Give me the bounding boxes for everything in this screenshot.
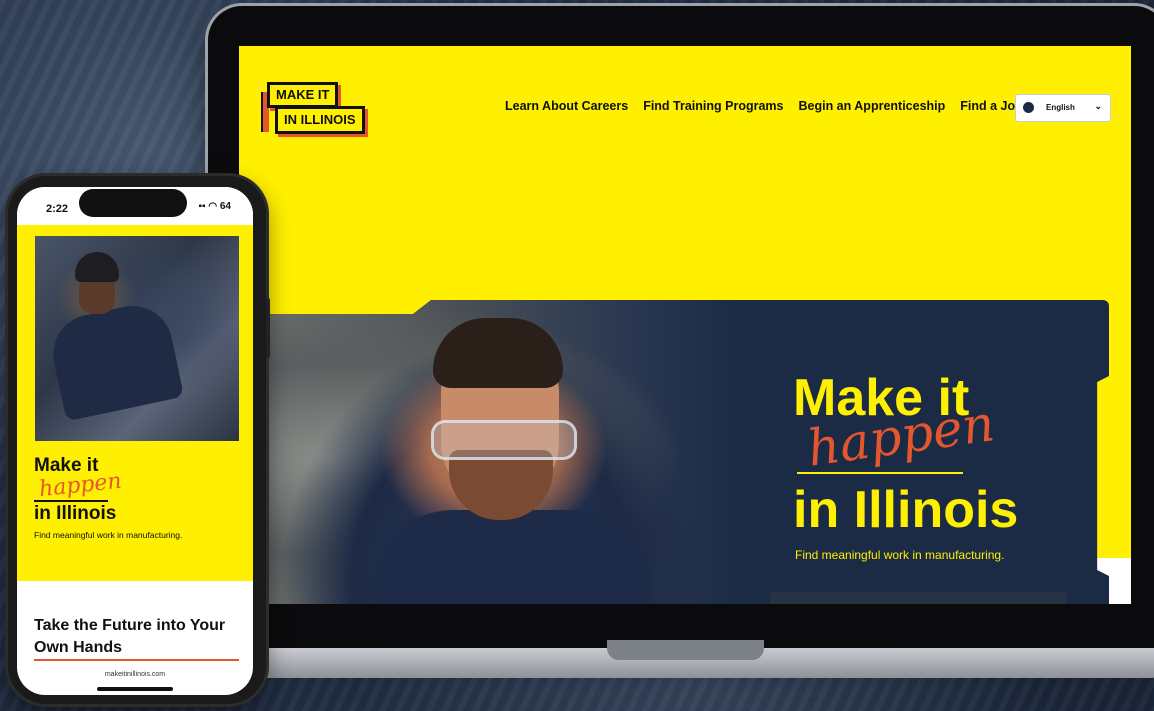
nav-begin-apprenticeship[interactable]: Begin an Apprenticeship xyxy=(798,99,945,113)
status-time: 2:22 xyxy=(46,203,69,215)
photo-body xyxy=(45,298,185,422)
nav-find-training-programs[interactable]: Find Training Programs xyxy=(643,99,783,113)
hero-panel: Make it happen in Illinois Find meaningf… xyxy=(263,300,1109,604)
photo-shirt xyxy=(373,510,653,604)
chevron-down-icon: ⌄ xyxy=(1094,101,1102,111)
phone-section-heading: Take the Future into Your Own Hands xyxy=(34,617,226,656)
phone-hero-photo xyxy=(35,236,239,441)
phone-url-bar[interactable]: makeitinillinois.com xyxy=(17,671,253,678)
phone-home-indicator[interactable] xyxy=(97,687,173,691)
logo-line2: IN ILLINOIS xyxy=(275,106,365,134)
phone-section-rule xyxy=(34,659,239,661)
logo-line1: MAKE IT xyxy=(267,82,339,108)
hero-section: Make it happen in Illinois Find meaningf… xyxy=(239,174,1131,558)
phone-side-button xyxy=(266,298,270,358)
photo-goggles xyxy=(431,420,577,460)
status-icons: ▪▪ ◠ 64 xyxy=(198,201,232,212)
hero-subtitle: Find meaningful work in manufacturing. xyxy=(795,548,1005,562)
nav-learn-about-careers[interactable]: Learn About Careers xyxy=(505,99,628,113)
photo-cap xyxy=(75,252,119,282)
laptop-notch xyxy=(607,640,764,660)
nav-find-a-job[interactable]: Find a Job xyxy=(960,99,1023,113)
photo-hair xyxy=(433,318,563,388)
dynamic-island xyxy=(79,189,187,217)
phone-hero-subtitle: Find meaningful work in manufacturing. xyxy=(34,530,183,540)
laptop-screen: MAKE IT IN ILLINOIS Learn About Careers … xyxy=(239,46,1131,604)
next-section-card xyxy=(770,592,1067,604)
hero-photo-worker xyxy=(263,300,743,604)
site-header: MAKE IT IN ILLINOIS Learn About Careers … xyxy=(239,46,1131,174)
hero-title-line2: in Illinois xyxy=(793,481,1019,539)
battery-level: 64 xyxy=(219,201,231,212)
language-label: English xyxy=(1046,103,1075,112)
phone-hero-underline xyxy=(34,500,108,502)
globe-icon xyxy=(1023,102,1034,113)
site-logo[interactable]: MAKE IT IN ILLINOIS xyxy=(261,82,377,140)
phone-hero-title-line2: in Illinois xyxy=(34,503,117,524)
language-select[interactable]: English ⌄ xyxy=(1015,94,1111,122)
main-nav: Learn About Careers Find Training Progra… xyxy=(505,99,1023,113)
phone-screen: 2:22 ▪▪ ◠ 64 Make it happen in Illinois … xyxy=(17,187,253,695)
hero-underline xyxy=(797,472,963,474)
